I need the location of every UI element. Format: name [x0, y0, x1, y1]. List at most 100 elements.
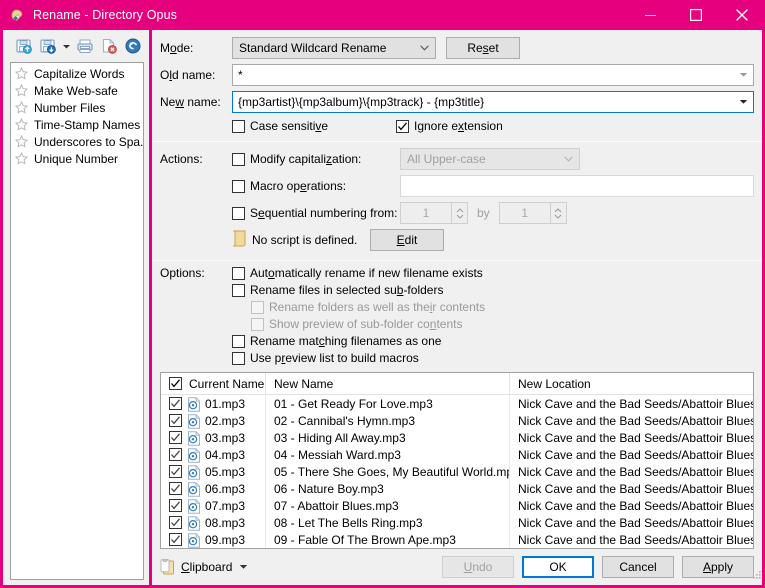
- cell-new-name: 09 - Fable Of The Brown Ape.mp3: [266, 531, 509, 548]
- row-checkbox[interactable]: [169, 431, 182, 444]
- cell-current-name[interactable]: 06.mp3: [161, 480, 265, 497]
- star-icon: [15, 152, 31, 165]
- cell-current-name[interactable]: 03.mp3: [161, 429, 265, 446]
- window-title: Rename - Directory Opus: [33, 8, 177, 22]
- sequential-from-value: 1: [401, 206, 451, 220]
- current-name-label: 04.mp3: [205, 448, 245, 462]
- cell-current-name[interactable]: 04.mp3: [161, 446, 265, 463]
- close-button[interactable]: [719, 0, 765, 30]
- cell-current-name[interactable]: 07.mp3: [161, 497, 265, 514]
- checkbox-box: [232, 153, 245, 166]
- cell-current-name[interactable]: 05.mp3: [161, 463, 265, 480]
- cell-current-name[interactable]: 02.mp3: [161, 412, 265, 429]
- resize-grip[interactable]: [750, 569, 762, 581]
- mp3-file-icon: [187, 516, 201, 530]
- stepper-arrows-icon[interactable]: [451, 203, 467, 223]
- row-checkbox[interactable]: [169, 516, 182, 529]
- table-row[interactable]: 01.mp301 - Get Ready For Love.mp3Nick Ca…: [161, 395, 753, 412]
- table-row[interactable]: 05.mp305 - There She Goes, My Beautiful …: [161, 463, 753, 480]
- cancel-button[interactable]: Cancel: [602, 556, 674, 578]
- apply-button[interactable]: Apply: [682, 556, 754, 578]
- sequential-by-value: 1: [500, 206, 550, 220]
- edit-script-button[interactable]: Edit: [370, 229, 444, 251]
- preset-item[interactable]: Unique Number: [11, 150, 143, 167]
- table-row[interactable]: 06.mp306 - Nature Boy.mp3Nick Cave and t…: [161, 480, 753, 497]
- title-bar[interactable]: Rename - Directory Opus: [0, 0, 765, 30]
- macro-operations-input[interactable]: [400, 175, 754, 197]
- cell-current-name[interactable]: 01.mp3: [161, 395, 265, 412]
- new-location-label: Nick Cave and the Bad Seeds/Abattoir Blu…: [518, 465, 753, 479]
- new-location-label: Nick Cave and the Bad Seeds/Abattoir Blu…: [518, 499, 753, 513]
- row-checkbox[interactable]: [169, 499, 182, 512]
- select-all-checkbox[interactable]: [169, 377, 182, 390]
- old-name-input[interactable]: *: [232, 64, 754, 86]
- column-header-new-location[interactable]: New Location: [510, 373, 753, 394]
- new-location-label: Nick Cave and the Bad Seeds/Abattoir Blu…: [518, 516, 753, 530]
- row-checkbox[interactable]: [169, 414, 182, 427]
- row-checkbox[interactable]: [169, 397, 182, 410]
- option-rename-matching-as-one[interactable]: Rename matching filenames as one: [232, 334, 441, 348]
- cell-current-name[interactable]: 08.mp3: [161, 514, 265, 531]
- table-row[interactable]: 04.mp304 - Messiah Ward.mp3Nick Cave and…: [161, 446, 753, 463]
- print-icon[interactable]: [74, 35, 96, 57]
- new-name-input[interactable]: {mp3artist}\{mp3album}\{mp3track} - {mp3…: [232, 91, 754, 113]
- sequential-by-stepper[interactable]: 1: [499, 202, 567, 224]
- reset-button[interactable]: Reset: [446, 37, 520, 59]
- apply-label: Apply: [703, 560, 733, 574]
- save-preset-dropdown-icon[interactable]: [61, 35, 72, 57]
- table-row[interactable]: 08.mp308 - Let The Bells Ring.mp3Nick Ca…: [161, 514, 753, 531]
- sequential-numbering-checkbox[interactable]: Sequential numbering from:: [232, 206, 400, 220]
- option-rename-subfolders[interactable]: Rename files in selected sub-folders: [232, 283, 443, 297]
- rename-form-section: Mode: Standard Wildcard Rename Reset Old…: [152, 30, 762, 133]
- stepper-arrows-icon[interactable]: [550, 203, 566, 223]
- delete-preset-icon[interactable]: [98, 35, 120, 57]
- dialog-body: Capitalize Words Make Web-safe Number Fi…: [0, 30, 765, 588]
- preset-list[interactable]: Capitalize Words Make Web-safe Number Fi…: [10, 62, 144, 580]
- macro-operations-checkbox[interactable]: Macro operations:: [232, 179, 400, 193]
- option-row: Rename matching filenames as one: [160, 334, 754, 348]
- table-row[interactable]: 07.mp307 - Abattoir Blues.mp3Nick Cave a…: [161, 497, 753, 514]
- preset-sidebar: Capitalize Words Make Web-safe Number Fi…: [3, 30, 149, 585]
- minimize-button[interactable]: [627, 0, 673, 30]
- capitalization-value: All Upper-case: [407, 152, 557, 166]
- preset-item[interactable]: Capitalize Words: [11, 65, 143, 82]
- table-row[interactable]: 02.mp302 - Cannibal's Hymn.mp3Nick Cave …: [161, 412, 753, 429]
- save-preset-icon[interactable]: [37, 35, 59, 57]
- modify-capitalization-checkbox[interactable]: Modify capitalization:: [232, 152, 400, 166]
- ok-button[interactable]: OK: [522, 556, 594, 578]
- clipboard-menu-button[interactable]: Clipboard: [160, 559, 248, 575]
- column-header-current-name[interactable]: Current Name: [161, 373, 265, 394]
- maximize-button[interactable]: [673, 0, 719, 30]
- checkbox-box: [232, 335, 245, 348]
- column-label: New Name: [274, 377, 333, 391]
- table-row[interactable]: 09.mp309 - Fable Of The Brown Ape.mp3Nic…: [161, 531, 753, 548]
- preset-item[interactable]: Number Files: [11, 99, 143, 116]
- column-header-new-name[interactable]: New Name: [266, 373, 509, 394]
- preset-item[interactable]: Time-Stamp Names: [11, 116, 143, 133]
- ignore-extension-checkbox[interactable]: Ignore extension: [396, 119, 503, 133]
- preset-item[interactable]: Make Web-safe: [11, 82, 143, 99]
- row-checkbox[interactable]: [169, 448, 182, 461]
- preset-label: Unique Number: [34, 152, 118, 166]
- case-sensitive-checkbox[interactable]: Case sensitive: [232, 119, 396, 133]
- cell-current-name[interactable]: 09.mp3: [161, 531, 265, 548]
- new-name-dropdown-icon[interactable]: [733, 99, 753, 105]
- preset-item[interactable]: Underscores to Spa...: [11, 133, 143, 150]
- option-use-preview-list[interactable]: Use preview list to build macros: [232, 351, 419, 365]
- reset-undo-icon[interactable]: [122, 35, 144, 57]
- table-row[interactable]: 03.mp303 - Hiding All Away.mp3Nick Cave …: [161, 429, 753, 446]
- checkbox-box: [232, 180, 245, 193]
- script-row: No script is defined. Edit: [160, 229, 754, 251]
- preview-file-list[interactable]: Current Name New Name New Location 01.mp…: [160, 372, 754, 549]
- option-auto-rename[interactable]: Automatically rename if new filename exi…: [232, 266, 483, 280]
- old-name-dropdown-icon[interactable]: [733, 72, 753, 78]
- load-preset-icon[interactable]: [13, 35, 35, 57]
- sequential-from-stepper[interactable]: 1: [400, 202, 468, 224]
- mode-select[interactable]: Standard Wildcard Rename: [232, 37, 436, 59]
- preset-label: Time-Stamp Names: [34, 118, 140, 132]
- row-checkbox[interactable]: [169, 465, 182, 478]
- current-name-label: 08.mp3: [205, 516, 245, 530]
- cell-new-location: Nick Cave and the Bad Seeds/Abattoir Blu…: [510, 463, 753, 480]
- row-checkbox[interactable]: [169, 482, 182, 495]
- row-checkbox[interactable]: [169, 533, 182, 546]
